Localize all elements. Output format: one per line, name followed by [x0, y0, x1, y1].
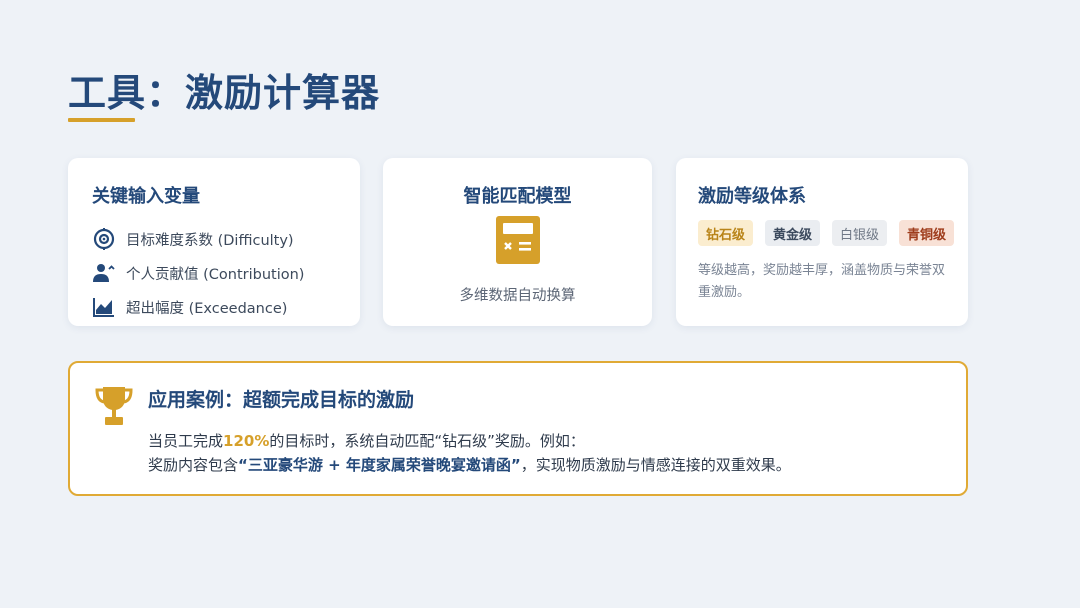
matching-model-description: 多维数据自动换算 — [459, 288, 576, 304]
target-icon — [93, 228, 115, 250]
trophy-icon — [95, 387, 133, 425]
matching-model-card: 智能匹配模型 多维数据自动换算 — [383, 158, 652, 326]
list-item: 个人贡献值 (Contribution) — [92, 256, 304, 290]
case-highlight-percent: 120% — [223, 432, 270, 450]
list-item: 超出幅度 (Exceedance) — [92, 290, 304, 324]
case-study-line-1: 当员工完成120%的目标时，系统自动匹配“钻石级”奖励。例如： — [148, 430, 585, 451]
case-highlight-reward: “三亚豪华游 + 年度家属荣誉晚宴邀请函” — [238, 456, 521, 474]
case-text: 奖励内容包含 — [148, 456, 239, 474]
page-title: 工具：激励计算器 — [68, 71, 381, 115]
case-study-title: 应用案例：超额完成目标的激励 — [148, 389, 415, 411]
list-item-label: 个人贡献值 (Contribution) — [126, 266, 305, 283]
tier-badge-silver: 白银级 — [832, 220, 888, 246]
area-chart-icon — [93, 298, 114, 317]
tier-badge-bronze: 青铜级 — [899, 220, 955, 246]
case-text: 当员工完成 — [148, 432, 224, 450]
list-item-label: 超出幅度 (Exceedance) — [126, 300, 288, 317]
tier-badge-diamond: 钻石级 — [698, 220, 754, 246]
list-item-label: 目标难度系数 (Difficulty) — [126, 232, 294, 249]
list-item: 目标难度系数 (Difficulty) — [92, 222, 304, 256]
case-text: 的目标时，系统自动匹配“钻石级”奖励。例如： — [269, 432, 585, 450]
reward-tiers-title: 激励等级体系 — [698, 186, 806, 207]
input-variables-list: 目标难度系数 (Difficulty) 个人贡献值 (Contribution)… — [92, 222, 304, 324]
input-variables-title: 关键输入变量 — [92, 186, 200, 207]
case-study-box: 应用案例：超额完成目标的激励 当员工完成120%的目标时，系统自动匹配“钻石级”… — [68, 361, 968, 496]
case-text: ，实现物质激励与情感连接的双重效果。 — [520, 456, 791, 474]
reward-tiers-description: 等级越高，奖励越丰厚，涵盖物质与荣誉双重激励。 — [698, 263, 946, 300]
input-variables-card: 关键输入变量 目标难度系数 (Difficulty) 个人贡献值 (Contri… — [68, 158, 360, 326]
case-study-line-2: 奖励内容包含“三亚豪华游 + 年度家属荣誉晚宴邀请函”，实现物质激励与情感连接的… — [148, 454, 791, 475]
tier-badges: 钻石级 黄金级 白银级 青铜级 — [698, 220, 966, 246]
calculator-icon — [496, 216, 540, 264]
title-underline — [68, 118, 135, 122]
reward-tiers-card: 激励等级体系 钻石级 黄金级 白银级 青铜级 等级越高，奖励越丰厚，涵盖物质与荣… — [676, 158, 968, 326]
matching-model-title: 智能匹配模型 — [463, 186, 572, 207]
user-chart-icon — [93, 264, 115, 282]
tier-badge-gold: 黄金级 — [765, 220, 821, 246]
